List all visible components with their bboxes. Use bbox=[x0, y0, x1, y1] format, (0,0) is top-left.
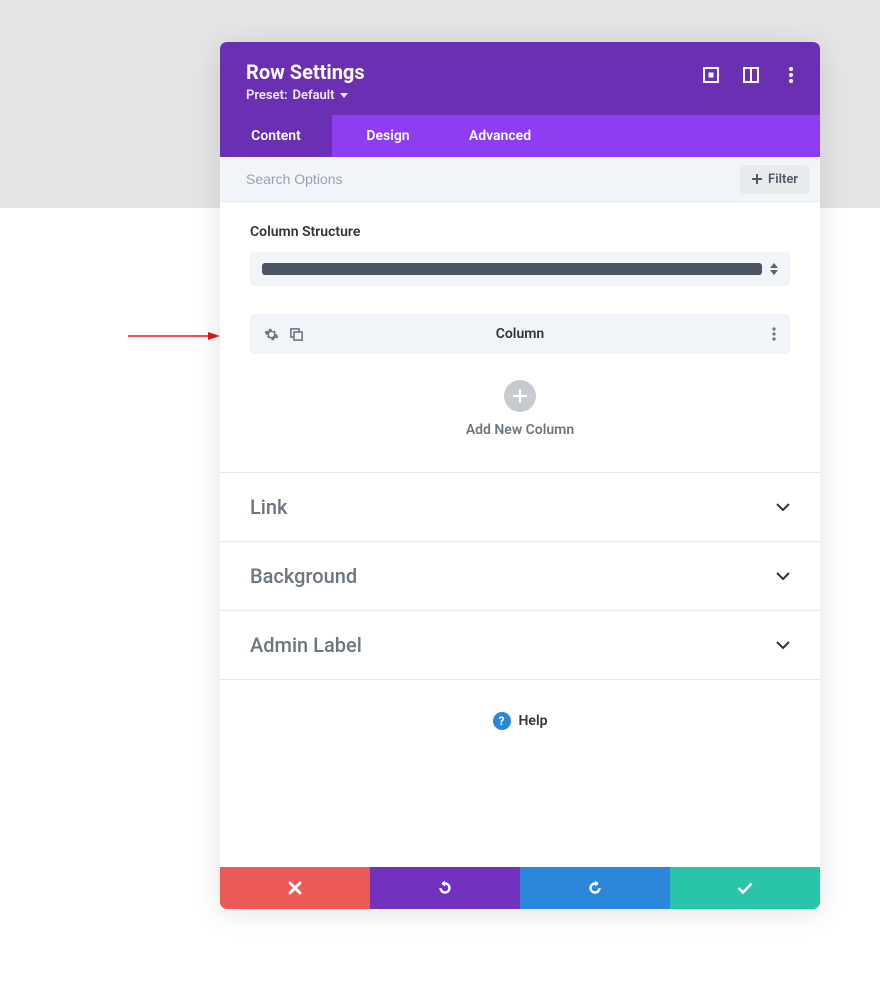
help-link[interactable]: ? Help bbox=[220, 680, 820, 762]
accordion-title: Link bbox=[250, 495, 287, 519]
modal-body: Column Structure Column bbox=[220, 202, 820, 867]
redo-icon bbox=[587, 880, 603, 896]
more-vertical-icon[interactable] bbox=[782, 66, 800, 84]
chevron-down-icon bbox=[776, 572, 790, 580]
accordion-title: Background bbox=[250, 564, 357, 588]
column-item-label: Column bbox=[250, 326, 790, 342]
column-structure-preview bbox=[262, 263, 762, 275]
preset-prefix: Preset: bbox=[246, 88, 287, 103]
column-more-icon[interactable] bbox=[772, 327, 776, 341]
add-column-label: Add New Column bbox=[250, 422, 790, 438]
undo-button[interactable] bbox=[370, 867, 520, 909]
search-row: Filter bbox=[220, 157, 820, 202]
gear-icon[interactable] bbox=[264, 327, 279, 342]
add-column-block: Add New Column bbox=[250, 380, 790, 438]
chevron-down-icon bbox=[776, 641, 790, 649]
tab-advanced[interactable]: Advanced bbox=[444, 115, 556, 157]
caret-down-icon bbox=[340, 93, 348, 99]
close-icon bbox=[288, 881, 302, 895]
header-action-icons bbox=[702, 66, 800, 84]
add-column-button[interactable] bbox=[504, 380, 536, 412]
check-icon bbox=[737, 882, 753, 894]
help-label: Help bbox=[519, 713, 548, 729]
tab-content[interactable]: Content bbox=[220, 115, 332, 157]
filter-button[interactable]: Filter bbox=[740, 165, 810, 194]
expand-icon[interactable] bbox=[702, 66, 720, 84]
preset-value: Default bbox=[292, 88, 334, 103]
tab-design[interactable]: Design bbox=[332, 115, 444, 157]
plus-icon bbox=[752, 174, 762, 184]
column-item[interactable]: Column bbox=[250, 314, 790, 354]
chevron-down-icon bbox=[776, 503, 790, 511]
column-structure-selector[interactable] bbox=[250, 252, 790, 286]
sort-carets-icon bbox=[770, 263, 778, 275]
redo-button[interactable] bbox=[520, 867, 670, 909]
row-settings-modal: Row Settings Preset: Default Content Des… bbox=[220, 42, 820, 909]
accordion-link[interactable]: Link bbox=[220, 473, 820, 542]
preset-selector[interactable]: Preset: Default bbox=[246, 88, 794, 103]
accordion-list: Link Background Admin Label bbox=[220, 472, 820, 680]
filter-button-label: Filter bbox=[768, 172, 798, 187]
accordion-admin-label[interactable]: Admin Label bbox=[220, 611, 820, 680]
accordion-background[interactable]: Background bbox=[220, 542, 820, 611]
layout-icon[interactable] bbox=[742, 66, 760, 84]
duplicate-icon[interactable] bbox=[289, 327, 304, 342]
modal-footer bbox=[220, 867, 820, 909]
tab-bar: Content Design Advanced bbox=[220, 115, 820, 157]
save-button[interactable] bbox=[670, 867, 820, 909]
search-input[interactable] bbox=[220, 157, 740, 201]
help-icon: ? bbox=[493, 712, 511, 730]
plus-icon bbox=[513, 389, 527, 403]
undo-icon bbox=[437, 880, 453, 896]
cancel-button[interactable] bbox=[220, 867, 370, 909]
accordion-title: Admin Label bbox=[250, 633, 362, 657]
column-structure-label: Column Structure bbox=[250, 224, 790, 240]
modal-header: Row Settings Preset: Default bbox=[220, 42, 820, 115]
annotation-arrow bbox=[128, 330, 220, 342]
